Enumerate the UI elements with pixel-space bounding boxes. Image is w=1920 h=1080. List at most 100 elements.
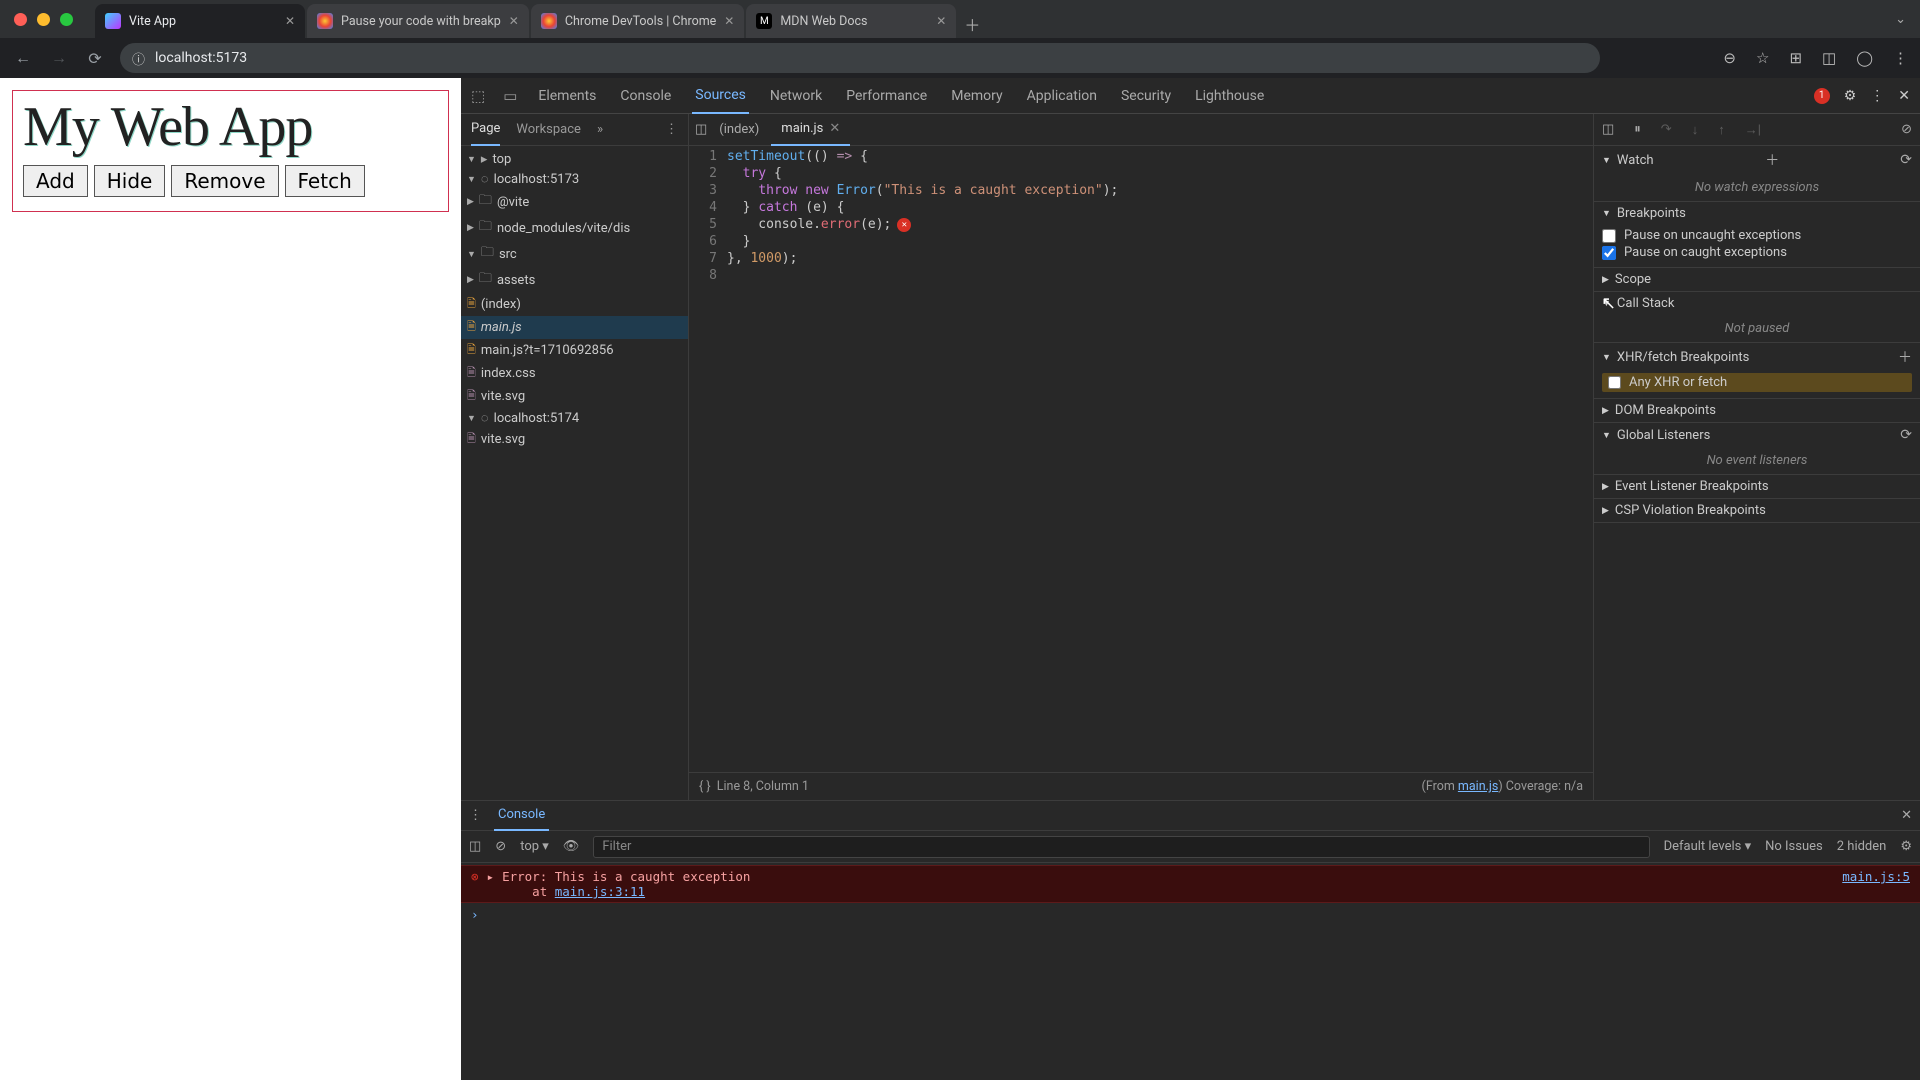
live-expression-icon[interactable]: 👁 bbox=[563, 839, 580, 854]
tree-item-file[interactable]: 🗎index.css bbox=[461, 362, 688, 385]
drawer-menu-icon[interactable]: ⋮ bbox=[469, 808, 482, 823]
breakpoints-header[interactable]: ▼Breakpoints bbox=[1594, 202, 1920, 225]
window-close-icon[interactable] bbox=[14, 13, 27, 26]
close-devtools-icon[interactable]: ✕ bbox=[1898, 88, 1910, 104]
bookmark-icon[interactable]: ☆ bbox=[1756, 49, 1769, 67]
pause-uncaught-checkbox[interactable]: Pause on uncaught exceptions bbox=[1602, 227, 1912, 244]
tree-item-file[interactable]: 🗎vite.svg bbox=[461, 428, 688, 451]
step-out-icon[interactable]: ↑ bbox=[1718, 122, 1725, 138]
settings-icon[interactable]: ⚙ bbox=[1844, 88, 1857, 104]
error-marker-icon[interactable]: ✕ bbox=[897, 218, 911, 232]
add-button[interactable]: Add bbox=[23, 165, 88, 197]
tree-item-folder[interactable]: ▶🗀@vite bbox=[461, 189, 688, 215]
step-into-icon[interactable]: ↓ bbox=[1692, 122, 1699, 138]
levels-selector[interactable]: Default levels ▾ bbox=[1664, 839, 1752, 854]
watch-header[interactable]: ▼Watch＋ ⟳ bbox=[1594, 146, 1920, 174]
error-count-badge[interactable]: 1 bbox=[1814, 88, 1830, 104]
extensions-icon[interactable]: ⊞ bbox=[1789, 49, 1802, 67]
pause-icon[interactable]: ⏸ bbox=[1634, 122, 1641, 137]
fetch-button[interactable]: Fetch bbox=[285, 165, 365, 197]
add-xhr-icon[interactable]: ＋ bbox=[1898, 347, 1912, 367]
menu-icon[interactable]: ⋮ bbox=[1893, 49, 1908, 67]
editor-gutter[interactable]: 12345678 bbox=[689, 148, 727, 770]
tree-item-folder[interactable]: ▶🗀node_modules/vite/dis bbox=[461, 215, 688, 241]
navigator-more-icon[interactable]: » bbox=[597, 122, 603, 137]
site-info-icon[interactable]: ⓘ bbox=[132, 49, 145, 68]
panel-tab-network[interactable]: Network bbox=[767, 88, 825, 104]
more-icon[interactable]: ⋮ bbox=[1870, 88, 1884, 104]
navigator-tab-page[interactable]: Page bbox=[471, 114, 500, 146]
panel-tab-security[interactable]: Security bbox=[1118, 88, 1174, 104]
step-icon[interactable]: →| bbox=[1745, 122, 1761, 138]
side-panel-icon[interactable]: ◫ bbox=[1822, 49, 1836, 67]
new-tab-button[interactable]: ＋ bbox=[958, 10, 986, 38]
hidden-label[interactable]: 2 hidden bbox=[1837, 839, 1887, 854]
console-sidebar-icon[interactable]: ◫ bbox=[469, 839, 481, 854]
drawer-tab-console[interactable]: Console bbox=[494, 801, 549, 831]
remove-button[interactable]: Remove bbox=[171, 165, 278, 197]
pretty-print-icon[interactable]: { } bbox=[699, 779, 711, 794]
tree-item-folder[interactable]: ▶🗀assets bbox=[461, 267, 688, 293]
tree-item-file[interactable]: 🗎vite.svg bbox=[461, 385, 688, 408]
csp-breakpoints-header[interactable]: ▶CSP Violation Breakpoints bbox=[1594, 499, 1920, 522]
tree-item-origin[interactable]: ▼◌localhost:5173 bbox=[461, 169, 688, 189]
panel-tab-lighthouse[interactable]: Lighthouse bbox=[1192, 88, 1267, 104]
panel-tab-performance[interactable]: Performance bbox=[843, 88, 930, 104]
dom-breakpoints-header[interactable]: ▶DOM Breakpoints bbox=[1594, 399, 1920, 422]
panel-tab-application[interactable]: Application bbox=[1024, 88, 1100, 104]
console-error-row[interactable]: ⊗ ▸ Error: This is a caught exception at… bbox=[461, 865, 1920, 903]
xhr-header[interactable]: ▼XHR/fetch Breakpoints＋ bbox=[1594, 343, 1920, 371]
panel-tab-sources[interactable]: Sources bbox=[692, 78, 749, 114]
add-watch-icon[interactable]: ＋ bbox=[1765, 150, 1779, 170]
panel-tab-console[interactable]: Console bbox=[617, 88, 674, 104]
close-icon[interactable]: ✕ bbox=[509, 14, 519, 28]
tree-item-file[interactable]: 🗎(index) bbox=[461, 293, 688, 316]
step-over-icon[interactable]: ↷ bbox=[1661, 122, 1672, 137]
deactivate-breakpoints-icon[interactable]: ⊘ bbox=[1901, 122, 1912, 137]
device-toggle-icon[interactable]: ▭ bbox=[503, 87, 517, 105]
inspect-icon[interactable]: ⬚ bbox=[471, 87, 485, 105]
refresh-icon[interactable]: ⟳ bbox=[1900, 152, 1912, 168]
close-icon[interactable]: ✕ bbox=[724, 14, 734, 28]
refresh-icon[interactable]: ⟳ bbox=[1900, 427, 1912, 443]
console-settings-icon[interactable]: ⚙ bbox=[1900, 839, 1912, 854]
zoom-icon[interactable]: ⊖ bbox=[1723, 49, 1736, 67]
pause-caught-checkbox[interactable]: Pause on caught exceptions bbox=[1602, 244, 1912, 261]
clear-console-icon[interactable]: ⊘ bbox=[495, 839, 506, 854]
address-bar[interactable]: ⓘ localhost:5173 bbox=[120, 43, 1600, 73]
tree-item-file[interactable]: 🗎main.js?t=1710692856 bbox=[461, 339, 688, 362]
forward-button[interactable]: → bbox=[48, 48, 70, 68]
console-prompt[interactable]: › bbox=[461, 903, 1920, 926]
editor-code[interactable]: setTimeout(() => { try { throw new Error… bbox=[727, 148, 1593, 770]
reload-button[interactable]: ⟳ bbox=[84, 49, 106, 68]
tree-item-top[interactable]: ▼▸top bbox=[461, 150, 688, 169]
editor-tab[interactable]: main.js✕ bbox=[771, 114, 850, 146]
close-drawer-icon[interactable]: ✕ bbox=[1901, 808, 1912, 823]
event-breakpoints-header[interactable]: ▶Event Listener Breakpoints bbox=[1594, 475, 1920, 498]
callstack-header[interactable]: ▼Call Stack bbox=[1594, 292, 1920, 315]
expand-icon[interactable]: ▸ bbox=[487, 869, 495, 899]
close-icon[interactable]: ✕ bbox=[829, 121, 840, 136]
profile-icon[interactable]: ◯ bbox=[1856, 49, 1873, 67]
close-icon[interactable]: ✕ bbox=[285, 14, 295, 28]
browser-tab[interactable]: M MDN Web Docs ✕ bbox=[746, 4, 956, 38]
tree-item-origin[interactable]: ▼◌localhost:5174 bbox=[461, 408, 688, 428]
tree-item-file[interactable]: 🗎main.js bbox=[461, 316, 688, 339]
editor-tab[interactable]: (index) bbox=[709, 114, 769, 146]
toggle-navigator-icon[interactable]: ◫ bbox=[695, 122, 707, 137]
browser-tab[interactable]: Chrome DevTools | Chrome ✕ bbox=[531, 4, 745, 38]
browser-tab[interactable]: Pause your code with breakp ✕ bbox=[307, 4, 529, 38]
window-min-icon[interactable] bbox=[37, 13, 50, 26]
xhr-any-checkbox[interactable]: Any XHR or fetch bbox=[1602, 373, 1912, 392]
toggle-debugger-icon[interactable]: ◫ bbox=[1602, 122, 1614, 137]
console-filter-input[interactable]: Filter bbox=[593, 836, 1649, 858]
global-listeners-header[interactable]: ▼Global Listeners⟳ bbox=[1594, 423, 1920, 447]
back-button[interactable]: ← bbox=[12, 48, 34, 68]
navigator-menu-icon[interactable]: ⋮ bbox=[665, 122, 678, 137]
panel-tab-memory[interactable]: Memory bbox=[948, 88, 1005, 104]
panel-tab-elements[interactable]: Elements bbox=[535, 88, 599, 104]
error-source-link[interactable]: main.js:5 bbox=[1842, 869, 1910, 899]
window-max-icon[interactable] bbox=[60, 13, 73, 26]
scope-header[interactable]: ▶Scope bbox=[1594, 268, 1920, 291]
close-icon[interactable]: ✕ bbox=[936, 14, 946, 28]
